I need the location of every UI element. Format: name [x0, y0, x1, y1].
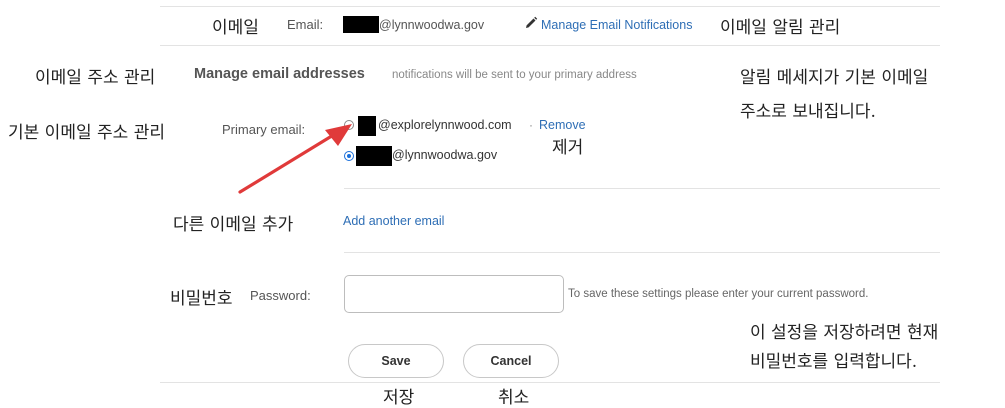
- password-input[interactable]: [344, 275, 564, 313]
- red-arrow: [238, 124, 352, 194]
- email-value: @lynnwoodwa.gov: [379, 18, 485, 32]
- add-email-korean: 다른 이메일 추가: [173, 215, 294, 235]
- save-button[interactable]: Save: [348, 344, 444, 378]
- note-korean-line2: 주소로 보내집니다.: [740, 102, 876, 122]
- remove-link[interactable]: Remove: [539, 118, 586, 132]
- redaction-bar: [343, 16, 379, 33]
- email-option-1: @explorelynnwood.com: [378, 118, 512, 132]
- divider: [160, 45, 940, 46]
- remove-korean: 제거: [552, 138, 584, 158]
- manage-notifications-korean: 이메일 알림 관리: [720, 18, 841, 38]
- divider: [344, 252, 940, 253]
- password-hint: To save these settings please enter your…: [568, 288, 869, 300]
- password-korean: 비밀번호: [170, 289, 233, 309]
- top-divider: [160, 6, 940, 7]
- primary-email-korean: 기본 이메일 주소 관리: [8, 123, 165, 143]
- manage-addresses-title: Manage email addresses: [194, 66, 365, 82]
- note-korean-line1: 알림 메세지가 기본 이메일: [740, 68, 929, 88]
- manage-email-notifications-link[interactable]: Manage Email Notifications: [541, 18, 692, 32]
- email-korean-label: 이메일: [212, 18, 259, 38]
- email-option-2: @lynnwoodwa.gov: [392, 148, 498, 162]
- redaction-bar: [356, 146, 392, 166]
- cancel-korean: 취소: [498, 388, 530, 408]
- separator-dot: ·: [529, 118, 533, 132]
- pencil-icon[interactable]: [524, 16, 538, 30]
- manage-addresses-note: notifications will be sent to your prima…: [392, 69, 637, 81]
- cancel-button[interactable]: Cancel: [463, 344, 559, 378]
- password-hint-korean-line1: 이 설정을 저장하려면 현재: [750, 323, 939, 343]
- bottom-divider: [160, 382, 940, 383]
- password-hint-korean-line2: 비밀번호를 입력합니다.: [750, 352, 918, 372]
- password-label: Password:: [250, 288, 311, 303]
- email-label: Email:: [287, 17, 324, 32]
- redaction-bar: [358, 116, 376, 136]
- save-korean: 저장: [383, 388, 415, 408]
- divider: [344, 188, 940, 189]
- add-another-email-link[interactable]: Add another email: [343, 214, 444, 228]
- manage-addresses-korean: 이메일 주소 관리: [35, 68, 156, 88]
